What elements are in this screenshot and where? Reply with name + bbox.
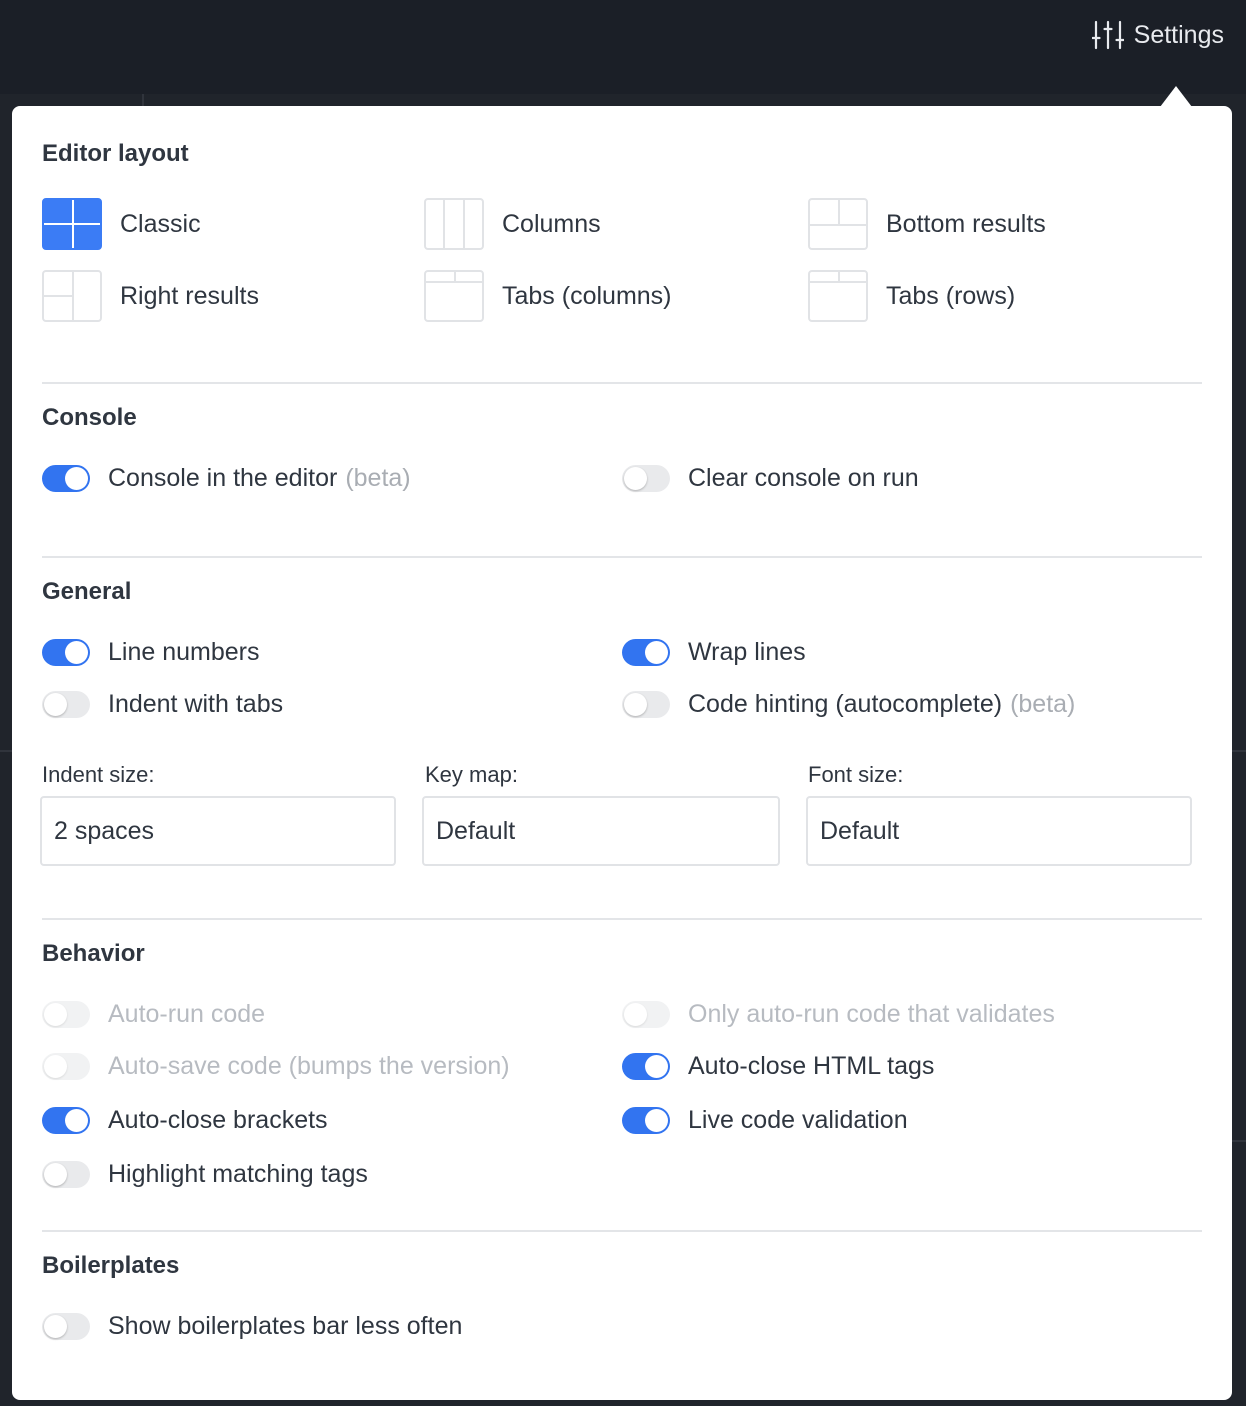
toggle-label: Line numbers xyxy=(108,638,260,666)
auto-close-html-toggle[interactable]: Auto-close HTML tags xyxy=(622,1052,934,1081)
toggle-label: Live code validation xyxy=(688,1106,908,1134)
toggle-label: Console in the editor (beta) xyxy=(108,464,411,492)
settings-panel: Editor layout Classic Columns Bottom res… xyxy=(12,106,1232,1400)
layout-option-tabs-rows[interactable]: Tabs (rows) xyxy=(808,270,1015,322)
console-in-editor-toggle[interactable]: Console in the editor (beta) xyxy=(42,464,411,493)
pane-divider xyxy=(1232,1140,1246,1142)
toggle-label: Wrap lines xyxy=(688,638,806,666)
toggle-label: Auto-close HTML tags xyxy=(688,1052,935,1080)
select-value: 2 spaces xyxy=(54,816,155,845)
layout-option-label: Right results xyxy=(120,281,259,310)
toggle-switch[interactable] xyxy=(42,1107,90,1134)
layout-option-label: Classic xyxy=(120,209,201,238)
toggle-switch[interactable] xyxy=(622,639,670,666)
section-title: Boilerplates xyxy=(42,1252,180,1279)
toggle-switch[interactable] xyxy=(42,639,90,666)
select-value: Default xyxy=(820,816,900,845)
layout-option-label: Tabs (columns) xyxy=(502,281,672,310)
layout-classic-icon xyxy=(42,198,102,250)
toggle-label: Auto-close brackets xyxy=(108,1106,328,1134)
toggle-switch[interactable] xyxy=(622,1001,670,1028)
layout-tabs-rows-icon xyxy=(808,270,868,322)
top-bar xyxy=(0,0,1246,94)
layout-option-tabs-columns[interactable]: Tabs (columns) xyxy=(424,270,672,322)
key-map-label: Key map: xyxy=(425,762,518,787)
toggle-switch[interactable] xyxy=(622,1053,670,1080)
section-title: Behavior xyxy=(42,940,145,967)
section-divider xyxy=(42,382,1202,384)
font-size-select[interactable]: Default xyxy=(806,796,1192,866)
toggle-switch[interactable] xyxy=(42,1053,90,1080)
indent-tabs-toggle[interactable]: Indent with tabs xyxy=(42,690,283,719)
toggle-switch[interactable] xyxy=(42,691,90,718)
clear-console-toggle[interactable]: Clear console on run xyxy=(622,464,919,493)
line-numbers-toggle[interactable]: Line numbers xyxy=(42,638,259,667)
toggle-label: Highlight matching tags xyxy=(108,1160,368,1188)
font-size-label: Font size: xyxy=(808,762,904,787)
layout-option-label: Tabs (rows) xyxy=(886,281,1016,310)
toggle-switch[interactable] xyxy=(622,1107,670,1134)
layout-bottom-results-icon xyxy=(808,198,868,250)
settings-button[interactable]: Settings xyxy=(1091,16,1224,54)
popover-caret xyxy=(1160,86,1192,107)
layout-right-results-icon xyxy=(42,270,102,322)
section-divider xyxy=(42,918,1202,920)
indent-size-label: Indent size: xyxy=(42,762,155,787)
layout-option-right-results[interactable]: Right results xyxy=(42,270,259,322)
toggle-label: Show boilerplates bar less often xyxy=(108,1312,463,1340)
toggle-switch[interactable] xyxy=(622,465,670,492)
section-title: Editor layout xyxy=(42,140,189,167)
auto-close-brackets-toggle[interactable]: Auto-close brackets xyxy=(42,1106,328,1135)
toggle-switch[interactable] xyxy=(42,465,90,492)
layout-tabs-columns-icon xyxy=(424,270,484,322)
section-divider xyxy=(42,1230,1202,1232)
auto-save-toggle[interactable]: Auto-save code (bumps the version) xyxy=(42,1052,510,1081)
select-value: Default xyxy=(436,816,516,845)
layout-option-label: Columns xyxy=(502,209,601,238)
pane-divider xyxy=(142,94,144,106)
toggle-switch[interactable] xyxy=(42,1001,90,1028)
toggle-label: Code hinting (autocomplete) (beta) xyxy=(688,690,1076,718)
toggle-label: Indent with tabs xyxy=(108,690,284,718)
layout-columns-icon xyxy=(424,198,484,250)
toggle-switch[interactable] xyxy=(42,1313,90,1340)
pane-divider xyxy=(1232,750,1246,752)
indent-size-select[interactable]: 2 spaces xyxy=(40,796,396,866)
highlight-tags-toggle[interactable]: Highlight matching tags xyxy=(42,1160,368,1189)
only-validates-toggle[interactable]: Only auto-run code that validates xyxy=(622,1000,1055,1029)
toggle-switch[interactable] xyxy=(42,1161,90,1188)
pane-divider xyxy=(0,750,12,752)
layout-option-classic[interactable]: Classic xyxy=(42,198,201,250)
key-map-select[interactable]: Default xyxy=(422,796,780,866)
section-title: General xyxy=(42,578,132,605)
layout-option-columns[interactable]: Columns xyxy=(424,198,601,250)
section-title: Console xyxy=(42,404,137,431)
sliders-icon xyxy=(1091,20,1124,50)
settings-label: Settings xyxy=(1133,20,1224,49)
layout-option-bottom-results[interactable]: Bottom results xyxy=(808,198,1046,250)
code-hinting-toggle[interactable]: Code hinting (autocomplete) (beta) xyxy=(622,690,1075,719)
live-validation-toggle[interactable]: Live code validation xyxy=(622,1106,908,1135)
toggle-label: Clear console on run xyxy=(688,464,919,492)
section-divider xyxy=(42,556,1202,558)
toggle-switch[interactable] xyxy=(622,691,670,718)
toggle-label: Auto-save code (bumps the version) xyxy=(108,1052,510,1080)
toggle-label: Auto-run code xyxy=(108,1000,266,1028)
boilerplates-less-often-toggle[interactable]: Show boilerplates bar less often xyxy=(42,1312,462,1341)
auto-run-toggle[interactable]: Auto-run code xyxy=(42,1000,265,1029)
toggle-label: Only auto-run code that validates xyxy=(688,1000,1055,1028)
layout-option-label: Bottom results xyxy=(886,209,1046,238)
wrap-lines-toggle[interactable]: Wrap lines xyxy=(622,638,806,667)
